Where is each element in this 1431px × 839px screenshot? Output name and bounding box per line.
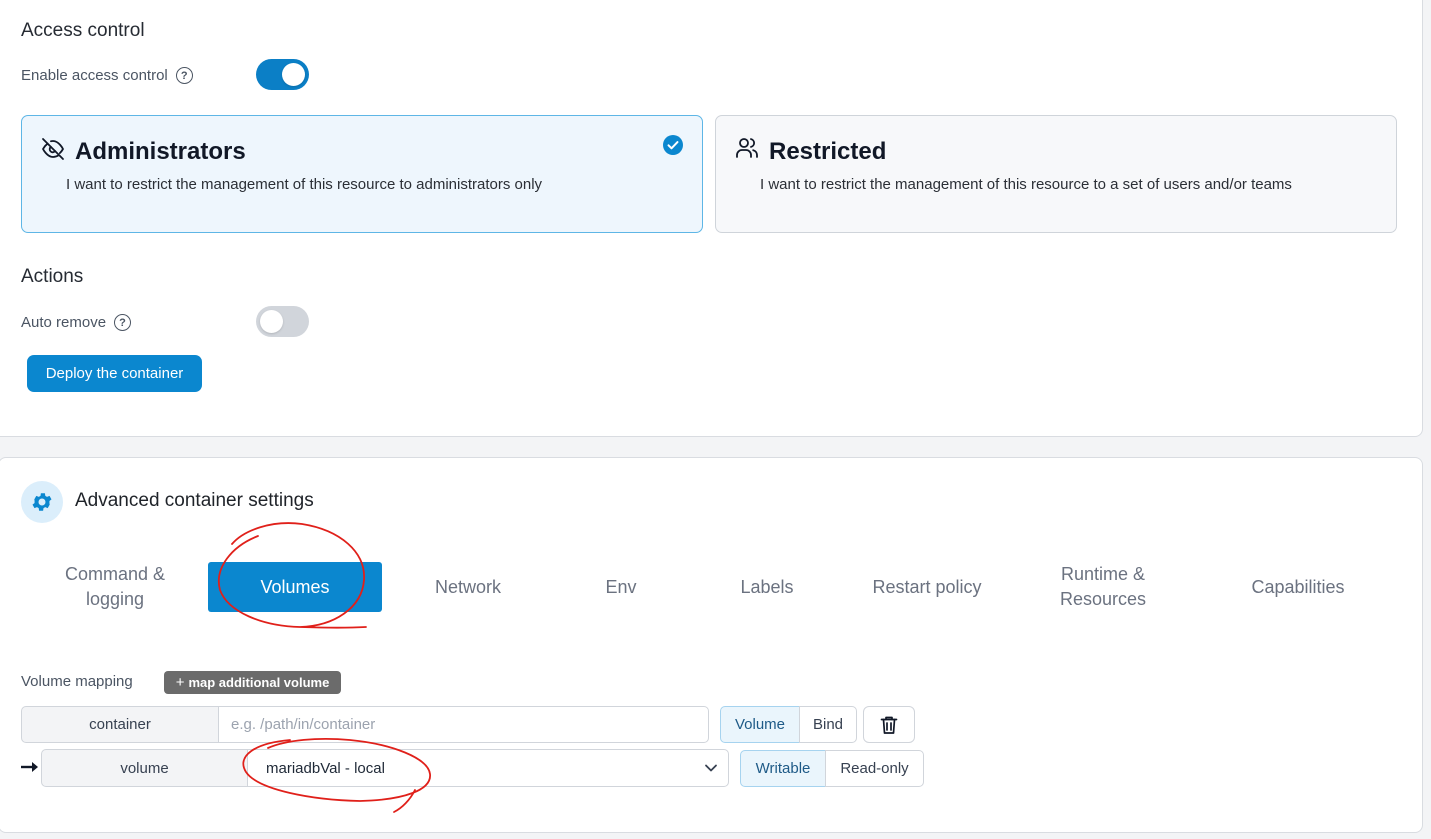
users-icon bbox=[736, 138, 758, 158]
volume-select-value: mariadbVal - local bbox=[266, 759, 385, 777]
remove-volume-button[interactable] bbox=[863, 706, 915, 743]
enable-access-control-text: Enable access control bbox=[21, 67, 168, 84]
toggle-knob bbox=[282, 63, 305, 86]
arrow-right-icon bbox=[21, 762, 38, 772]
volume-type-option-volume[interactable]: Volume bbox=[720, 706, 800, 743]
administrators-title: Administrators bbox=[75, 138, 246, 165]
auto-remove-toggle[interactable] bbox=[256, 306, 309, 337]
advanced-settings-title: Advanced container settings bbox=[75, 490, 314, 511]
tab-runtime-resources[interactable]: Runtime & Resources bbox=[1033, 562, 1173, 612]
volume-type-option-bind[interactable]: Bind bbox=[799, 706, 857, 743]
mode-option-read-only[interactable]: Read-only bbox=[825, 750, 924, 787]
access-control-title: Access control bbox=[21, 20, 145, 41]
tab-command-logging[interactable]: Command & logging bbox=[40, 562, 190, 612]
restricted-title: Restricted bbox=[769, 138, 887, 165]
deploy-container-button[interactable]: Deploy the container bbox=[27, 355, 202, 392]
restricted-card[interactable]: Restricted I want to restrict the manage… bbox=[715, 115, 1397, 233]
toggle-knob bbox=[260, 310, 283, 333]
restricted-description: I want to restrict the management of thi… bbox=[760, 176, 1292, 193]
chevron-down-icon bbox=[705, 764, 717, 772]
tab-env[interactable]: Env bbox=[566, 562, 676, 612]
auto-remove-text: Auto remove bbox=[21, 314, 107, 331]
volume-mapping-label: Volume mapping bbox=[21, 673, 133, 690]
gear-icon-wrapper bbox=[21, 481, 63, 523]
eye-off-icon bbox=[42, 138, 64, 160]
plus-icon: + bbox=[175, 674, 185, 691]
mode-option-writable[interactable]: Writable bbox=[740, 750, 826, 787]
tab-restart-policy[interactable]: Restart policy bbox=[857, 562, 997, 612]
help-icon[interactable]: ? bbox=[114, 314, 132, 331]
map-additional-volume-button[interactable]: + map additional volume bbox=[164, 671, 341, 694]
check-circle-icon bbox=[663, 135, 683, 155]
administrators-card[interactable]: Administrators I want to restrict the ma… bbox=[21, 115, 703, 233]
actions-title: Actions bbox=[21, 266, 84, 287]
tab-volumes[interactable]: Volumes bbox=[208, 562, 382, 612]
enable-access-control-label: Enable access control ? bbox=[21, 67, 193, 84]
tab-capabilities[interactable]: Capabilities bbox=[1228, 562, 1368, 612]
volume-select[interactable]: mariadbVal - local bbox=[247, 749, 729, 787]
container-path-input[interactable] bbox=[231, 716, 708, 733]
help-icon[interactable]: ? bbox=[175, 67, 193, 84]
container-addon: container bbox=[21, 706, 219, 743]
trash-icon bbox=[880, 716, 898, 734]
tab-labels[interactable]: Labels bbox=[712, 562, 822, 612]
gear-icon bbox=[32, 493, 52, 511]
container-path-field[interactable] bbox=[218, 706, 709, 743]
administrators-description: I want to restrict the management of thi… bbox=[66, 176, 543, 193]
map-additional-volume-label: map additional volume bbox=[188, 675, 330, 690]
volume-addon: volume bbox=[41, 749, 248, 787]
enable-access-control-toggle[interactable] bbox=[256, 59, 309, 90]
auto-remove-label: Auto remove ? bbox=[21, 314, 132, 331]
tab-network[interactable]: Network bbox=[400, 562, 536, 612]
